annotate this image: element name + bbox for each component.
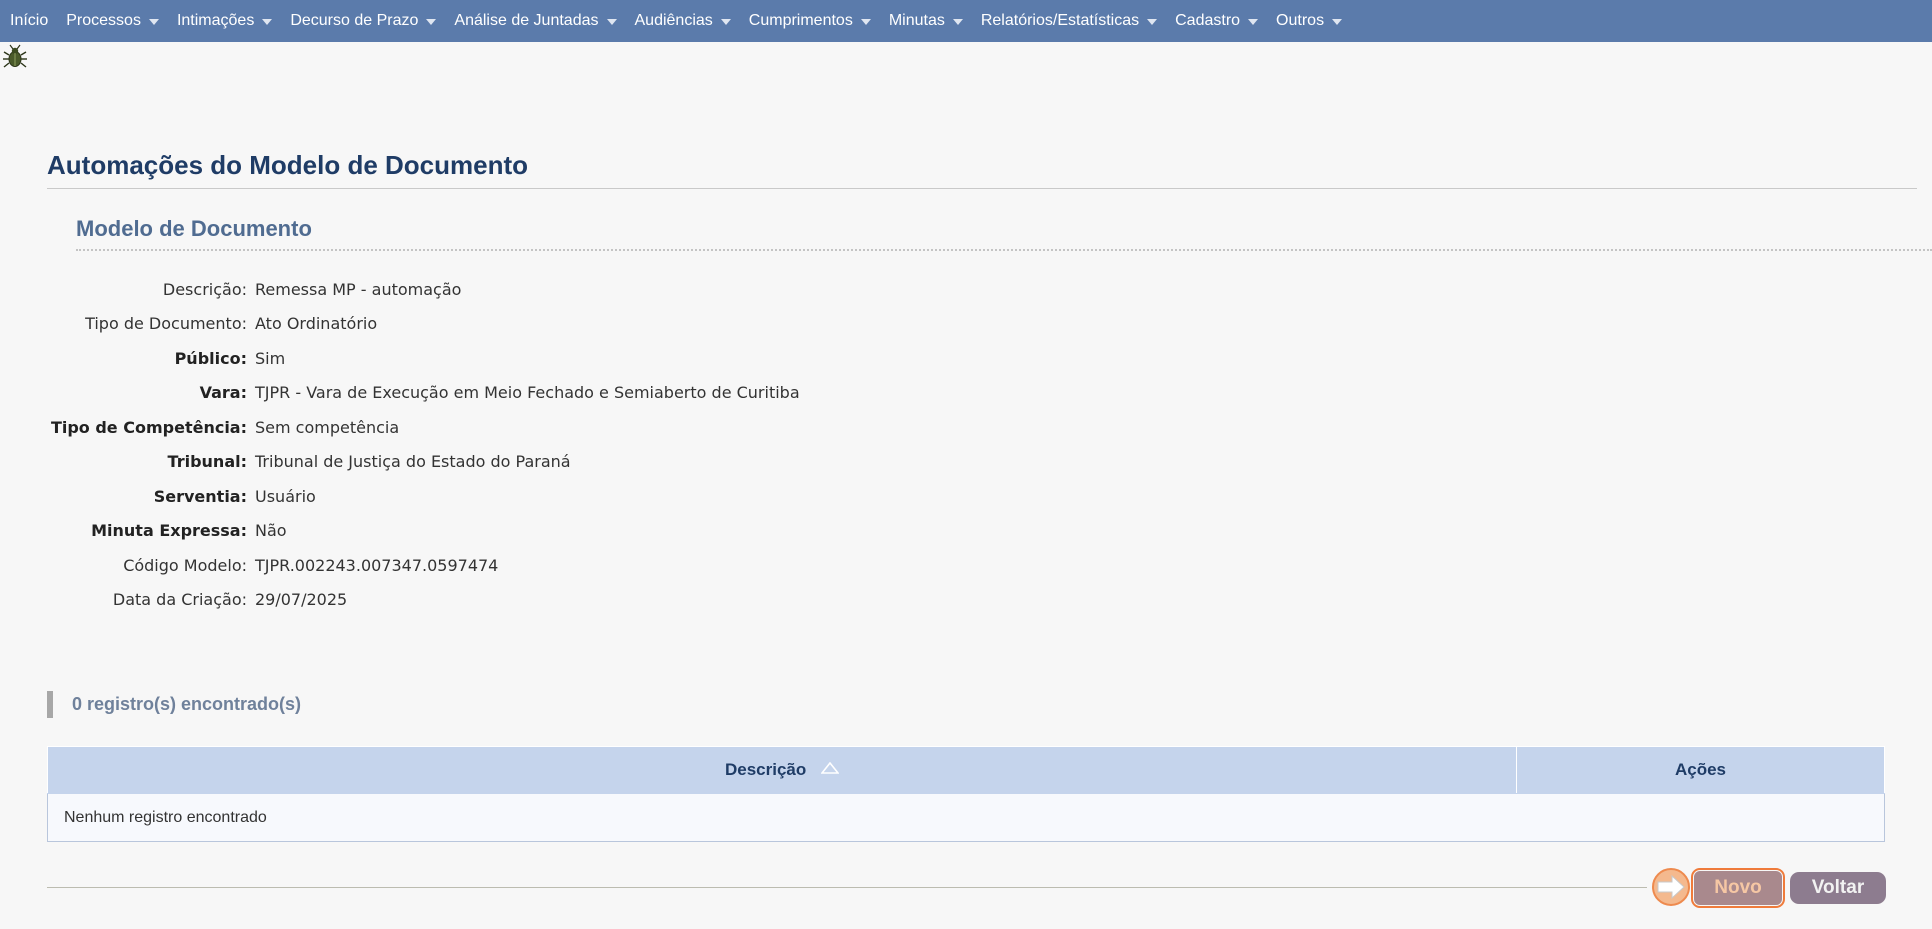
section-title: Modelo de Documento bbox=[76, 216, 312, 241]
menu-item-label: Minutas bbox=[888, 12, 945, 29]
empty-message: Nenhum registro encontrado bbox=[47, 793, 1885, 842]
novo-button[interactable]: Novo bbox=[1691, 868, 1785, 908]
menu-item-label: Outros bbox=[1276, 12, 1325, 29]
detail-value: Ato Ordinatório bbox=[255, 314, 378, 334]
detail-value: Tribunal de Justiça do Estado do Paraná bbox=[255, 452, 571, 472]
detail-row: Vara: TJPR - Vara de Execução em Meio Fec… bbox=[0, 376, 1200, 411]
menu-item-10[interactable]: Outros bbox=[1276, 12, 1343, 30]
detail-row: Tipo de Documento: Ato Ordinatório bbox=[0, 307, 1200, 342]
detail-row: Tribunal: Tribunal de Justiça do Estado d… bbox=[0, 445, 1200, 480]
detail-value: Usuário bbox=[255, 486, 316, 506]
detail-row: Minuta Expressa: Não bbox=[0, 514, 1200, 549]
column-header-description[interactable]: Descrição bbox=[47, 746, 1517, 794]
detail-value: Remessa MP - automação bbox=[255, 279, 462, 299]
chevron-down-icon bbox=[1332, 18, 1343, 25]
detail-value: Não bbox=[255, 521, 287, 541]
result-count-marker bbox=[47, 691, 53, 718]
page-title: Automações do Modelo de Documento bbox=[47, 150, 529, 180]
detail-row: Código Modelo: TJPR.002243.007347.0597474 bbox=[0, 548, 1200, 583]
result-count: 0 registro(s) encontrado(s) bbox=[72, 694, 302, 714]
detail-row: Tipo de Competência: Sem competência bbox=[0, 410, 1200, 445]
menu-item-2[interactable]: Intimações bbox=[176, 12, 273, 30]
menu-item-label: Intimações bbox=[176, 12, 255, 29]
sort-ascending-icon[interactable] bbox=[820, 759, 840, 779]
menu-item-9[interactable]: Cadastro bbox=[1175, 12, 1259, 30]
menu-item-8[interactable]: Relatórios/Estatísticas bbox=[980, 12, 1158, 30]
document-model-details: Descrição: Remessa MP - automação Tipo de … bbox=[0, 272, 1200, 617]
table-header-row: Descrição Ações bbox=[47, 746, 1885, 794]
menu-item-4[interactable]: Análise de Juntadas bbox=[454, 12, 617, 30]
menu-item-1[interactable]: Processos bbox=[66, 12, 159, 30]
detail-label: Minuta Expressa: bbox=[91, 521, 247, 541]
detail-label: Data da Criação: bbox=[112, 590, 247, 610]
detail-label: Tipo de Documento: bbox=[85, 314, 247, 334]
chevron-down-icon bbox=[1147, 18, 1158, 25]
column-header-actions: Ações bbox=[1516, 746, 1885, 794]
chevron-down-icon bbox=[426, 18, 437, 25]
detail-label: Código Modelo: bbox=[123, 555, 247, 575]
detail-row: Público: Sim bbox=[0, 341, 1200, 376]
detail-label: Público: bbox=[174, 348, 247, 368]
menu-item-label: Início bbox=[10, 12, 49, 29]
detail-label: Descrição: bbox=[162, 279, 247, 299]
results-table: Descrição Ações Nenhum registro encontra… bbox=[47, 746, 1885, 842]
table-row: Nenhum registro encontrado bbox=[47, 793, 1885, 842]
chevron-down-icon bbox=[860, 18, 871, 25]
detail-value: TJPR.002243.007347.0597474 bbox=[255, 555, 499, 575]
chevron-down-icon bbox=[148, 18, 159, 25]
chevron-down-icon bbox=[262, 18, 273, 25]
menu-item-label: Decurso de Prazo bbox=[290, 12, 419, 29]
detail-value: Sem competência bbox=[255, 417, 400, 437]
detail-label: Vara: bbox=[199, 383, 247, 403]
detail-row: Data da Criação: 29/07/2025 bbox=[0, 583, 1200, 618]
detail-value: TJPR - Vara de Execução em Meio Fechado … bbox=[255, 383, 800, 403]
chevron-down-icon bbox=[720, 18, 731, 25]
menu-item-label: Cadastro bbox=[1175, 12, 1241, 29]
menu-item-7[interactable]: Minutas bbox=[889, 12, 963, 30]
detail-row: Descrição: Remessa MP - automação bbox=[0, 272, 1200, 307]
section-divider bbox=[76, 249, 1932, 251]
arrow-right-hint-icon bbox=[1650, 868, 1692, 906]
menu-item-label: Relatórios/Estatísticas bbox=[980, 12, 1140, 29]
menu-item-label: Análise de Juntadas bbox=[454, 12, 599, 29]
menu-item-0[interactable]: Início bbox=[10, 12, 48, 30]
detail-label: Tribunal: bbox=[167, 452, 247, 472]
detail-label: Tipo de Competência: bbox=[50, 417, 247, 437]
menu-item-label: Cumprimentos bbox=[748, 12, 853, 29]
menu-item-6[interactable]: Cumprimentos bbox=[749, 12, 871, 30]
footer-divider bbox=[47, 887, 1647, 888]
menu-item-3[interactable]: Decurso de Prazo bbox=[290, 12, 437, 30]
column-header-description-label: Descrição bbox=[724, 760, 807, 779]
chevron-down-icon bbox=[1248, 18, 1259, 25]
title-divider bbox=[47, 188, 1917, 189]
voltar-button[interactable]: Voltar bbox=[1790, 872, 1886, 904]
detail-label: Serventia: bbox=[153, 486, 247, 506]
detail-value: 29/07/2025 bbox=[255, 590, 348, 610]
menu-item-5[interactable]: Audiências bbox=[635, 12, 731, 30]
menu-item-label: Processos bbox=[66, 12, 141, 29]
detail-row: Serventia: Usuário bbox=[0, 479, 1200, 514]
menu-item-label: Audiências bbox=[634, 12, 713, 29]
detail-value: Sim bbox=[255, 348, 286, 368]
bug-icon[interactable] bbox=[2, 44, 28, 70]
chevron-down-icon bbox=[952, 18, 963, 25]
chevron-down-icon bbox=[606, 18, 617, 25]
top-menu-bar: Início Processos Intimações Decurso de Praz… bbox=[0, 0, 1932, 42]
